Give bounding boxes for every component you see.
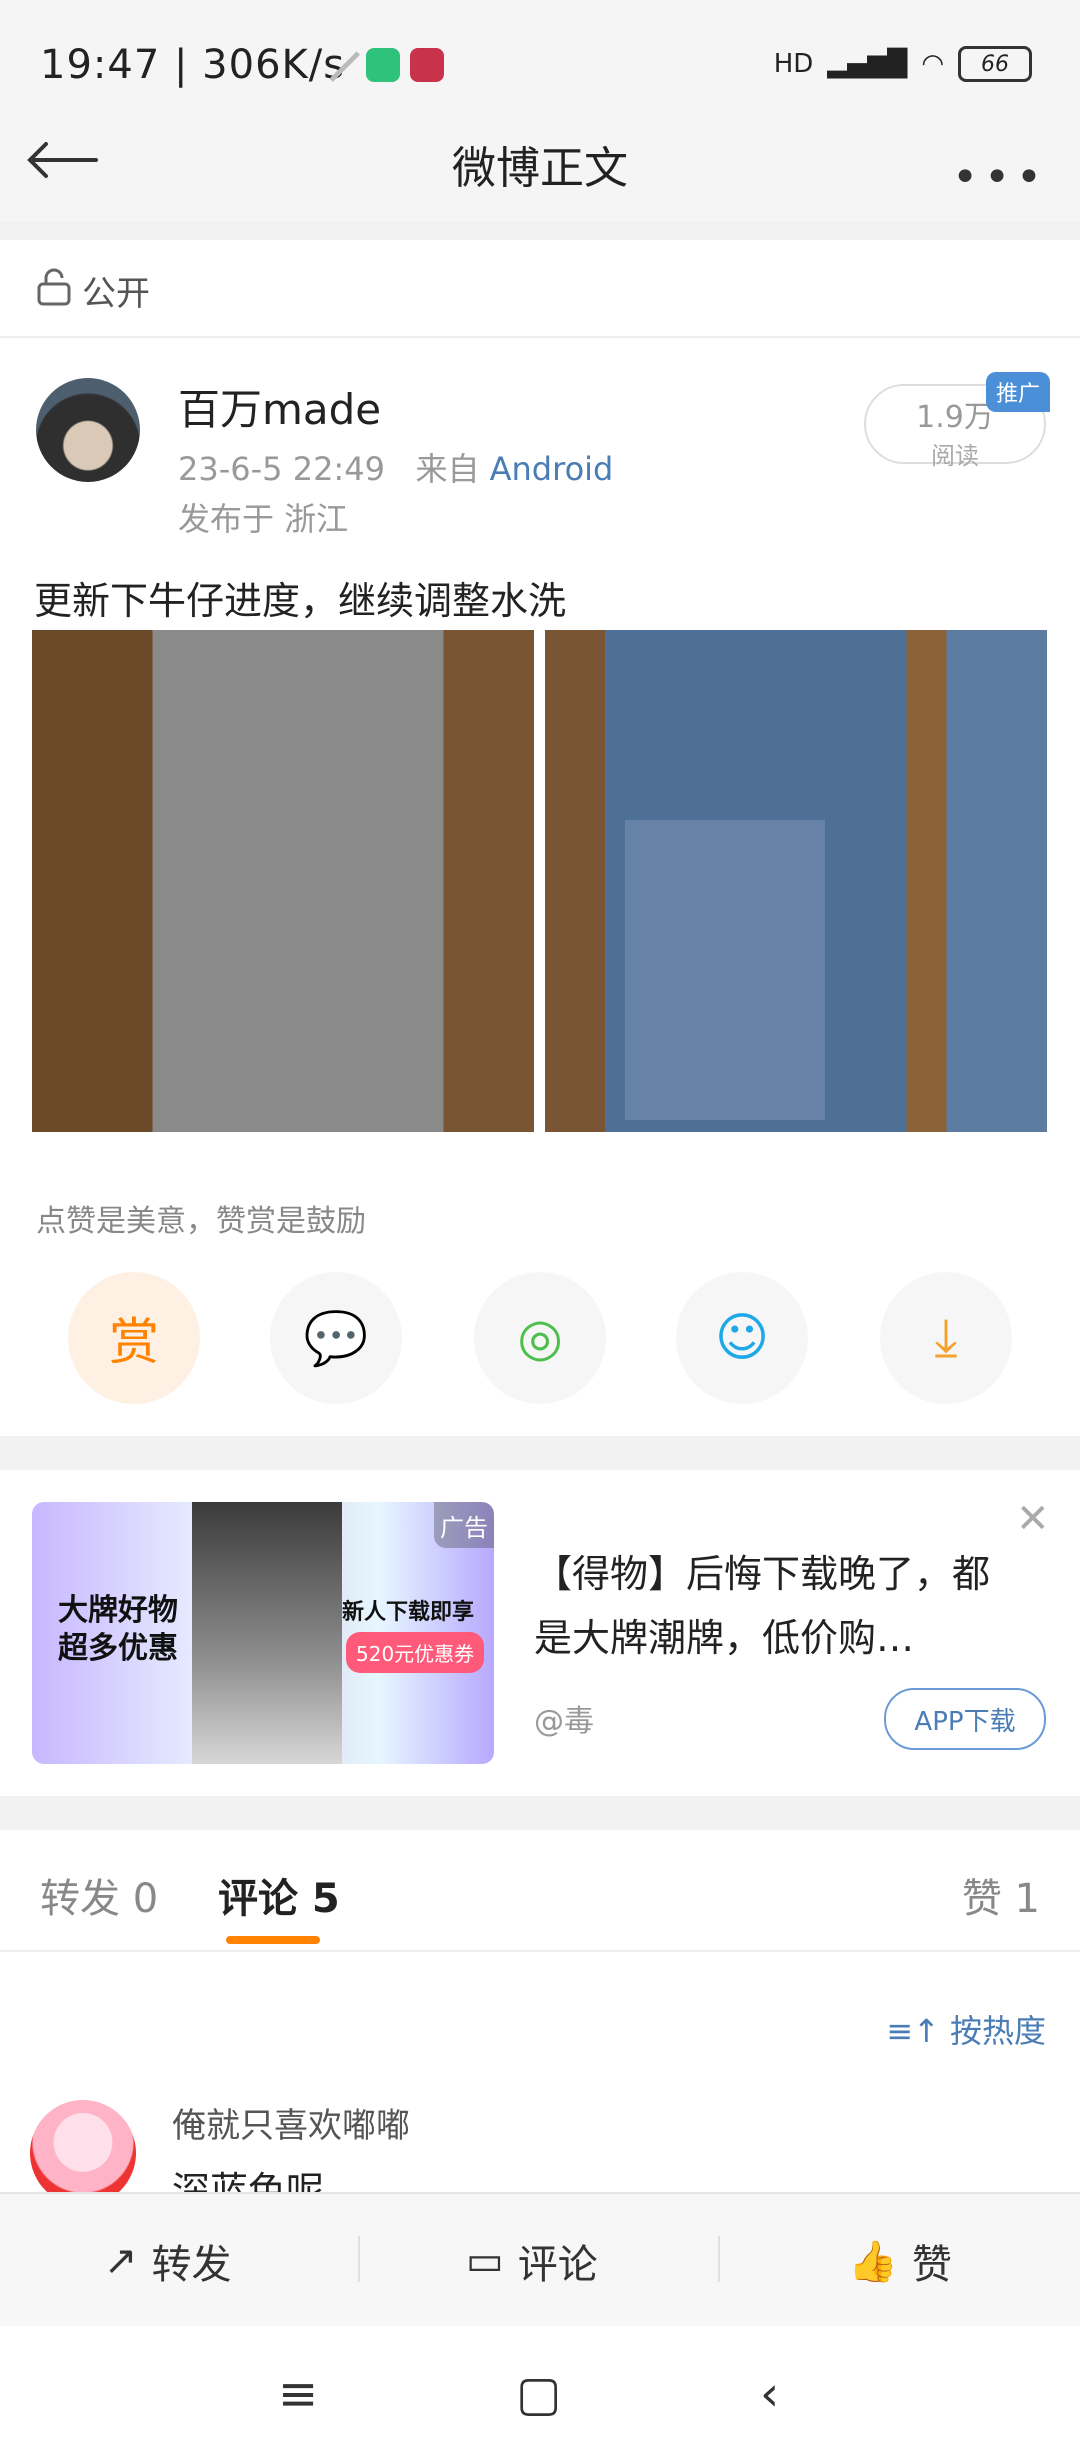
battery-icon: 66	[958, 46, 1032, 82]
menu-icon[interactable]: ≡	[278, 2366, 318, 2422]
back-icon[interactable]: ‹	[760, 2366, 779, 2422]
promo-tag: 推广	[986, 372, 1051, 412]
section-divider	[0, 1436, 1080, 1470]
pocket-patch	[625, 820, 825, 1120]
like-button[interactable]: 👍 赞	[848, 2232, 952, 2290]
repost-button[interactable]: ↗ 转发	[104, 2232, 232, 2290]
comment-label: 评论	[517, 2242, 598, 2288]
tab-repost[interactable]: 转发 0	[40, 1866, 158, 1924]
store-app-icon	[410, 48, 444, 82]
tab-comment[interactable]: 评论 5	[218, 1866, 340, 1924]
sort-icon: ≡↑	[886, 2012, 940, 2050]
ad-coupon: 520元优惠券	[346, 1632, 485, 1673]
visibility-label: 公开	[82, 274, 150, 314]
like-label: 赞	[911, 2242, 952, 2288]
tabs-bar	[0, 1830, 1080, 1952]
section-divider	[0, 1796, 1080, 1830]
ad-model-photo	[192, 1502, 342, 1764]
share-icon: ↗	[104, 2238, 138, 2284]
post-date: 23-6-5 22:49	[178, 450, 385, 488]
status-right: HD ▂▄▆█ ◠ 66	[774, 46, 1032, 82]
page-title: 微博正文	[452, 143, 628, 194]
wechat-share-icon[interactable]: 💬	[270, 1272, 402, 1404]
tab-like[interactable]: 赞 1	[962, 1866, 1040, 1924]
ad-source: @毒	[534, 1704, 594, 1739]
post-location: 发布于 浙江	[178, 500, 349, 538]
comment-button[interactable]: ▭ 评论	[466, 2232, 598, 2290]
network-label: HD	[773, 49, 814, 79]
sort-button[interactable]: ≡↑ 按热度	[886, 2006, 1046, 2052]
sort-label: 按热度	[949, 2012, 1046, 2050]
ad-image[interactable]: 大牌好物超多优惠 新人下载即享 520元优惠券 广告	[32, 1502, 494, 1764]
author-avatar[interactable]	[36, 378, 140, 482]
ad-tag: 广告	[434, 1502, 494, 1548]
tab-active-indicator	[226, 1936, 320, 1944]
post-text: 更新下牛仔进度，继续调整水洗	[34, 579, 567, 623]
post-source[interactable]: Android	[490, 450, 614, 488]
action-separator	[718, 2236, 720, 2282]
visibility-bar	[0, 240, 1080, 338]
reward-button[interactable]: 赏	[68, 1272, 200, 1404]
qq-share-icon[interactable]: ☺	[676, 1272, 808, 1404]
comment-icon: ▭	[466, 2238, 504, 2284]
post-image-2[interactable]	[545, 630, 1047, 1132]
battery-level: 66	[981, 51, 1009, 77]
repost-label: 转发	[151, 2242, 232, 2288]
action-separator	[358, 2236, 360, 2282]
divider	[0, 222, 1080, 240]
reward-label: 赏	[109, 1313, 159, 1371]
unlock-icon	[37, 268, 71, 306]
author-name[interactable]: 百万made	[178, 376, 381, 437]
wifi-icon: ◠	[921, 49, 944, 79]
comment-user[interactable]: 俺就只喜欢嘟嘟	[172, 2098, 410, 2147]
post-from-prefix: 来自	[415, 450, 480, 488]
shield-app-icon	[366, 48, 400, 82]
status-time: 19:47 | 306K/s	[40, 42, 346, 88]
reward-tip: 点赞是美意，赞赏是鼓励	[36, 1204, 366, 1239]
post-image-1[interactable]	[32, 630, 534, 1132]
ad-download-button[interactable]: APP下载	[884, 1688, 1046, 1750]
reads-label: 阅读	[931, 442, 979, 470]
ad-left-text: 大牌好物超多优惠	[58, 1593, 178, 1666]
ad-title[interactable]: 【得物】后悔下载晚了，都是大牌潮牌，低价购…	[534, 1542, 1014, 1670]
save-image-icon[interactable]: ⤓	[880, 1272, 1012, 1404]
signal-icon: ▂▄▆█	[827, 49, 908, 79]
ad-right-text: 新人下载即享	[342, 1600, 475, 1625]
close-icon[interactable]: ✕	[1016, 1496, 1050, 1542]
home-icon[interactable]: ▢	[516, 2366, 561, 2422]
more-menu-icon[interactable]: •••	[952, 152, 1048, 203]
thumbs-up-icon: 👍	[848, 2238, 898, 2285]
moments-share-icon[interactable]: ◎	[474, 1272, 606, 1404]
post-meta: 23-6-5 22:49 来自 Android	[178, 444, 613, 490]
comment-avatar[interactable]	[30, 2100, 136, 2206]
